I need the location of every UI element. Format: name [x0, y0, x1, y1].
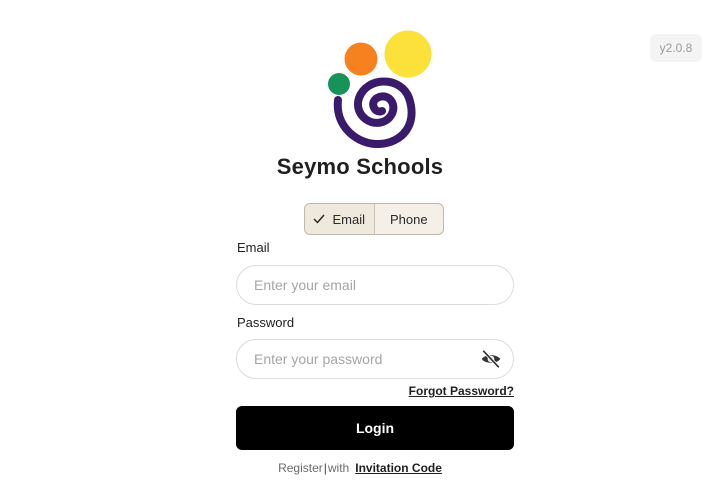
- register-footer: Register|with Invitation Code: [0, 461, 720, 475]
- eye-slash-icon[interactable]: [480, 348, 502, 370]
- login-mode-phone-option[interactable]: Phone: [373, 204, 444, 234]
- login-mode-email-option[interactable]: Email: [305, 204, 374, 234]
- password-label: Password: [237, 315, 295, 330]
- login-mode-email-label: Email: [332, 211, 365, 227]
- password-field-container: [236, 339, 514, 379]
- email-input[interactable]: [237, 266, 513, 304]
- email-label: Email: [237, 240, 270, 255]
- seymo-logo: [328, 30, 432, 148]
- logo-green-dot: [328, 73, 350, 95]
- invitation-code-link[interactable]: Invitation Code: [355, 461, 442, 475]
- checkmark-icon: [313, 214, 326, 224]
- brand-name: Seymo Schools: [276, 154, 444, 179]
- logo-purple-swirl: [333, 77, 416, 148]
- login-mode-phone-label: Phone: [389, 211, 428, 227]
- footer-separator: |: [323, 461, 327, 475]
- password-input[interactable]: [237, 340, 480, 378]
- login-button[interactable]: Login: [236, 406, 514, 450]
- version-badge: y2.0.8: [650, 34, 702, 62]
- login-mode-toggle: Email Phone: [304, 203, 444, 235]
- with-text: with: [327, 461, 350, 475]
- register-text: Register: [278, 461, 323, 475]
- logo-yellow-dot: [384, 30, 432, 78]
- logo-orange-dot: [344, 42, 378, 76]
- forgot-password-link[interactable]: Forgot Password?: [0, 384, 514, 398]
- email-field-container: [236, 265, 514, 305]
